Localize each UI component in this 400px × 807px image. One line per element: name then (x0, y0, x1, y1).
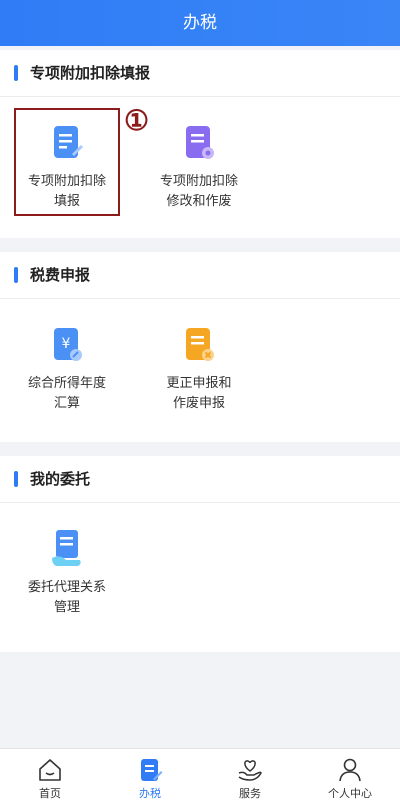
entrust-document-icon (52, 530, 81, 566)
heart-hand-icon (238, 760, 262, 781)
document-settings-icon (186, 126, 214, 159)
section-accent-bar (14, 471, 18, 487)
section-tax-declaration: 税费申报 ¥ 综合所得年度 汇算 更正申报和 作废申报 (0, 252, 400, 442)
section-title: 我的委托 (30, 470, 91, 488)
item-label-line2: 作废申报 (172, 396, 225, 411)
tab-personal-center[interactable]: 个人中心 (300, 749, 400, 807)
user-icon (339, 758, 361, 782)
section-title: 税费申报 (30, 266, 91, 284)
section-accent-bar (14, 267, 18, 283)
document-cancel-icon (186, 328, 214, 361)
page-title: 办税 (183, 13, 217, 33)
bottom-tab-bar: 首页 办税 服务 个人中心 (0, 748, 400, 807)
yuan-document-icon: ¥ (54, 328, 82, 361)
step-marker: ① (124, 104, 150, 137)
section-title: 专项附加扣除填报 (30, 64, 151, 82)
correct-declaration-button[interactable]: 更正申报和 作废申报 (144, 326, 254, 414)
item-label-line2: 汇算 (53, 396, 80, 411)
tab-label: 首页 (39, 787, 61, 800)
home-icon (39, 759, 61, 781)
entrust-relation-button[interactable]: 委托代理关系 管理 (12, 528, 122, 618)
annual-settlement-button[interactable]: ¥ 综合所得年度 汇算 (12, 326, 122, 414)
tab-label: 服务 (239, 787, 261, 800)
tab-label: 个人中心 (328, 787, 372, 800)
svg-text:¥: ¥ (62, 336, 71, 352)
item-label-line2: 管理 (53, 600, 80, 615)
tax-doc-icon (141, 759, 163, 781)
item-label-line1: 专项附加扣除 (159, 174, 238, 189)
tab-label: 办税 (139, 787, 161, 800)
highlight-box (14, 108, 120, 216)
section-my-entrust: 我的委托 委托代理关系 管理 (0, 456, 400, 652)
tab-home[interactable]: 首页 (0, 749, 100, 807)
section-accent-bar (14, 65, 18, 81)
special-deduction-modify-button[interactable]: 专项附加扣除 修改和作废 (144, 124, 254, 212)
item-label-line2: 修改和作废 (166, 194, 232, 209)
header-bar: 办税 (0, 0, 400, 46)
tab-service[interactable]: 服务 (200, 749, 300, 807)
section-header: 专项附加扣除填报 (0, 50, 400, 97)
item-label-line1: 更正申报和 (166, 376, 232, 391)
item-label-line1: 综合所得年度 (27, 376, 106, 391)
section-header: 税费申报 (0, 252, 400, 299)
tab-tax[interactable]: 办税 (100, 749, 200, 807)
item-label-line1: 委托代理关系 (27, 580, 106, 595)
section-header: 我的委托 (0, 456, 400, 503)
